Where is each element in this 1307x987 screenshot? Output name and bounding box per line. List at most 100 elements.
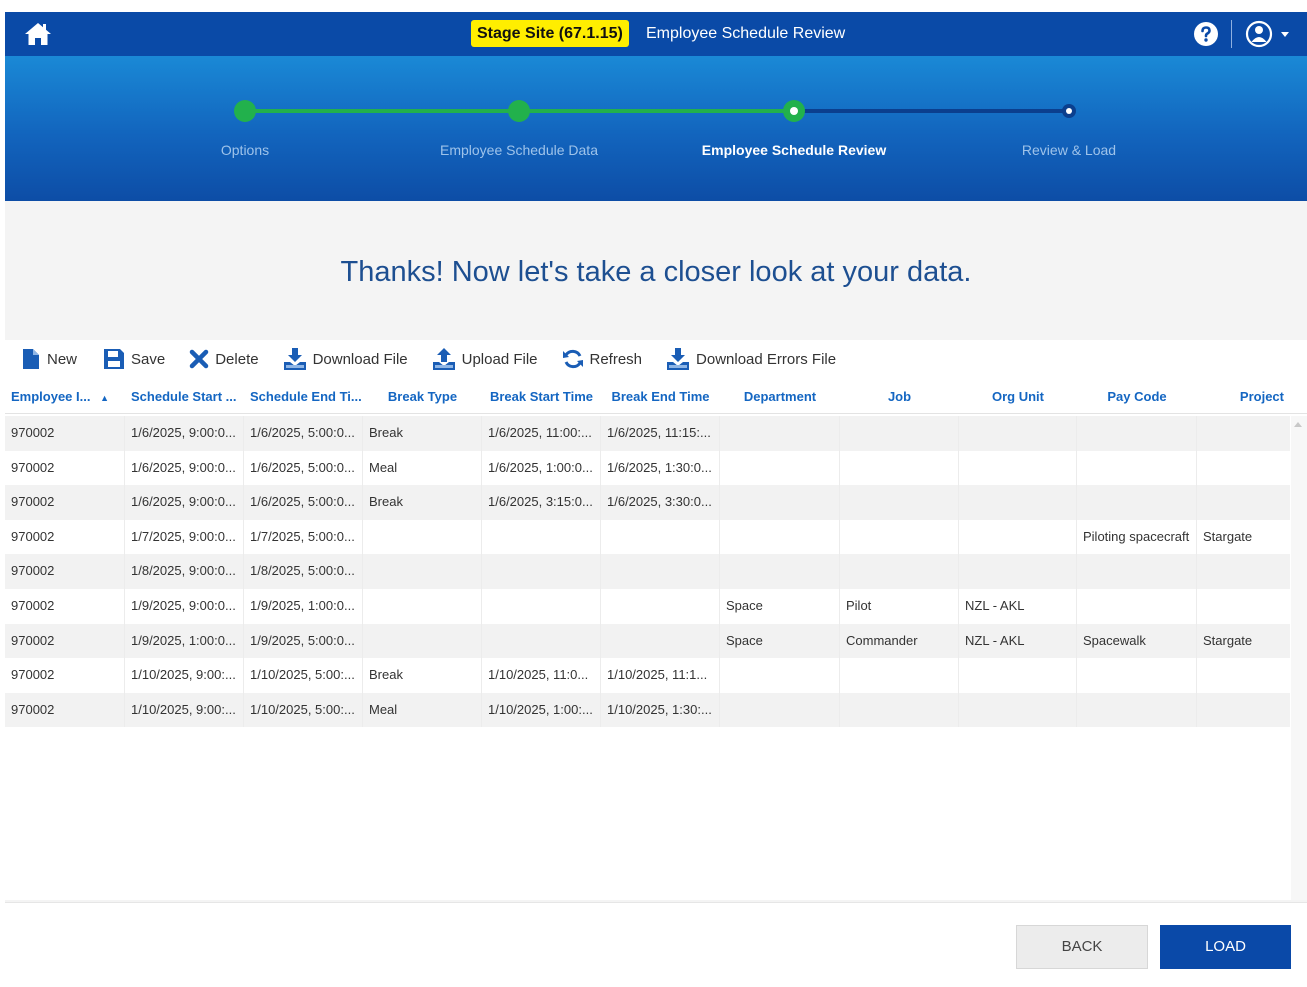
cell-break-type[interactable]: Break xyxy=(363,485,482,520)
cell-schedule-start[interactable]: 1/10/2025, 9:00:... xyxy=(125,658,244,693)
cell-project[interactable]: Stargate xyxy=(1197,520,1290,555)
cell-schedule-start[interactable]: 1/6/2025, 9:00:0... xyxy=(125,450,244,486)
cell-break-end[interactable] xyxy=(601,554,720,589)
cell-schedule-start[interactable]: 1/10/2025, 9:00:... xyxy=(125,692,244,728)
column-header-break-type[interactable]: Break Type xyxy=(363,380,482,413)
cell-break-end[interactable]: 1/10/2025, 1:30:... xyxy=(601,692,720,728)
cell-pay-code[interactable] xyxy=(1077,450,1197,486)
cell-employee-id[interactable]: 970002 xyxy=(5,519,125,555)
cell-org-unit[interactable] xyxy=(959,450,1077,486)
cell-project[interactable] xyxy=(1197,485,1290,520)
cell-schedule-start[interactable]: 1/6/2025, 9:00:0... xyxy=(125,485,244,520)
cell-employee-id[interactable]: 970002 xyxy=(5,450,125,486)
step-label-employee-schedule-data[interactable]: Employee Schedule Data xyxy=(399,142,639,158)
cell-break-start[interactable]: 1/10/2025, 1:00:... xyxy=(482,692,601,728)
cell-job[interactable] xyxy=(840,692,959,728)
cell-schedule-end[interactable]: 1/8/2025, 5:00:0... xyxy=(244,554,363,589)
column-header-job[interactable]: Job xyxy=(840,380,959,413)
table-row[interactable]: 970002 1/7/2025, 9:00:0... 1/7/2025, 5:0… xyxy=(5,519,1290,555)
cell-break-type[interactable] xyxy=(363,554,482,589)
column-header-schedule-start[interactable]: Schedule Start ... xyxy=(125,380,244,413)
cell-department[interactable] xyxy=(720,658,840,693)
delete-button[interactable]: Delete xyxy=(189,349,259,369)
cell-pay-code[interactable]: Piloting spacecraft xyxy=(1077,519,1197,555)
cell-schedule-start[interactable]: 1/8/2025, 9:00:0... xyxy=(125,554,244,589)
download-file-button[interactable]: Download File xyxy=(283,347,408,371)
cell-break-end[interactable] xyxy=(601,588,720,624)
cell-break-type[interactable]: Meal xyxy=(363,692,482,728)
cell-employee-id[interactable]: 970002 xyxy=(5,623,125,659)
cell-break-end[interactable]: 1/6/2025, 1:30:0... xyxy=(601,450,720,486)
new-button[interactable]: New xyxy=(21,348,77,370)
cell-department[interactable] xyxy=(720,416,840,451)
cell-schedule-start[interactable]: 1/9/2025, 9:00:0... xyxy=(125,588,244,624)
cell-project[interactable]: Stargate xyxy=(1197,624,1290,659)
cell-employee-id[interactable]: 970002 xyxy=(5,658,125,693)
cell-department[interactable] xyxy=(720,554,840,589)
cell-project[interactable] xyxy=(1197,693,1290,728)
user-menu[interactable] xyxy=(1245,20,1295,48)
save-button[interactable]: Save xyxy=(103,348,165,370)
cell-schedule-end[interactable]: 1/6/2025, 5:00:0... xyxy=(244,450,363,486)
cell-job[interactable] xyxy=(840,658,959,693)
cell-pay-code[interactable]: Spacewalk xyxy=(1077,623,1197,659)
cell-break-end[interactable] xyxy=(601,519,720,555)
column-header-break-start[interactable]: Break Start Time xyxy=(482,380,601,413)
table-row[interactable]: 970002 1/6/2025, 9:00:0... 1/6/2025, 5:0… xyxy=(5,485,1290,520)
cell-org-unit[interactable] xyxy=(959,554,1077,589)
cell-break-end[interactable] xyxy=(601,623,720,659)
cell-break-end[interactable]: 1/6/2025, 3:30:0... xyxy=(601,485,720,520)
cell-break-type[interactable] xyxy=(363,519,482,555)
cell-break-start[interactable]: 1/6/2025, 3:15:0... xyxy=(482,485,601,520)
column-header-org-unit[interactable]: Org Unit xyxy=(959,380,1077,413)
cell-schedule-end[interactable]: 1/10/2025, 5:00:... xyxy=(244,692,363,728)
cell-job[interactable] xyxy=(840,450,959,486)
cell-job[interactable] xyxy=(840,554,959,589)
cell-employee-id[interactable]: 970002 xyxy=(5,554,125,589)
cell-pay-code[interactable] xyxy=(1077,485,1197,520)
cell-org-unit[interactable] xyxy=(959,485,1077,520)
cell-break-type[interactable]: Meal xyxy=(363,450,482,486)
cell-job[interactable] xyxy=(840,485,959,520)
cell-break-type[interactable] xyxy=(363,588,482,624)
cell-org-unit[interactable]: NZL - AKL xyxy=(959,588,1077,624)
table-row[interactable]: 970002 1/6/2025, 9:00:0... 1/6/2025, 5:0… xyxy=(5,416,1290,451)
column-header-pay-code[interactable]: Pay Code xyxy=(1077,380,1197,413)
cell-schedule-end[interactable]: 1/9/2025, 1:00:0... xyxy=(244,588,363,624)
column-header-department[interactable]: Department xyxy=(720,380,840,413)
load-button[interactable]: LOAD xyxy=(1160,925,1291,969)
cell-department[interactable] xyxy=(720,519,840,555)
cell-break-start[interactable] xyxy=(482,588,601,624)
cell-department[interactable]: Space xyxy=(720,623,840,659)
cell-project[interactable] xyxy=(1197,658,1290,693)
cell-break-start[interactable] xyxy=(482,554,601,589)
refresh-button[interactable]: Refresh xyxy=(562,348,642,370)
grid-vertical-scrollbar[interactable] xyxy=(1291,416,1307,900)
cell-org-unit[interactable] xyxy=(959,416,1077,451)
cell-department[interactable] xyxy=(720,485,840,520)
column-header-project[interactable]: Project xyxy=(1197,380,1290,413)
help-icon[interactable] xyxy=(1193,21,1219,47)
cell-project[interactable] xyxy=(1197,554,1290,589)
cell-schedule-start[interactable]: 1/7/2025, 9:00:0... xyxy=(125,519,244,555)
step-label-employee-schedule-review[interactable]: Employee Schedule Review xyxy=(674,142,914,158)
cell-break-end[interactable]: 1/6/2025, 11:15:... xyxy=(601,416,720,451)
cell-job[interactable]: Pilot xyxy=(840,588,959,624)
table-row[interactable]: 970002 1/10/2025, 9:00:... 1/10/2025, 5:… xyxy=(5,692,1290,728)
back-button[interactable]: BACK xyxy=(1016,925,1148,969)
column-header-employee-id[interactable]: Employee I... ▲ xyxy=(5,380,125,413)
table-row[interactable]: 970002 1/9/2025, 9:00:0... 1/9/2025, 1:0… xyxy=(5,588,1290,624)
cell-pay-code[interactable] xyxy=(1077,692,1197,728)
cell-schedule-end[interactable]: 1/6/2025, 5:00:0... xyxy=(244,485,363,520)
cell-pay-code[interactable] xyxy=(1077,658,1197,693)
cell-project[interactable] xyxy=(1197,589,1290,624)
cell-department[interactable] xyxy=(720,450,840,486)
cell-department[interactable] xyxy=(720,692,840,728)
cell-break-type[interactable] xyxy=(363,623,482,659)
cell-pay-code[interactable] xyxy=(1077,416,1197,451)
step-label-review-load[interactable]: Review & Load xyxy=(949,142,1189,158)
column-header-break-end[interactable]: Break End Time xyxy=(601,380,720,413)
upload-file-button[interactable]: Upload File xyxy=(432,347,538,371)
cell-schedule-end[interactable]: 1/7/2025, 5:00:0... xyxy=(244,519,363,555)
cell-org-unit[interactable] xyxy=(959,658,1077,693)
